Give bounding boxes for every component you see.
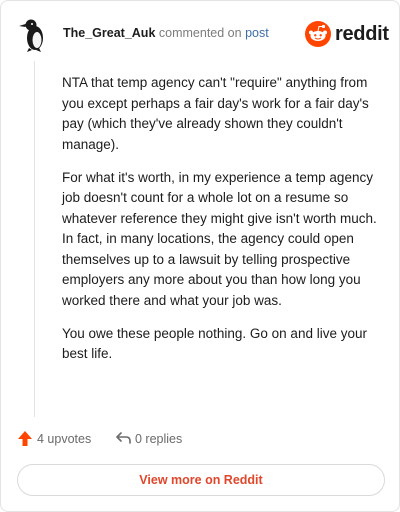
commented-on-label: commented on (158, 26, 242, 40)
comment-paragraph: NTA that temp agency can't "require" any… (62, 75, 369, 152)
thread-line (34, 61, 35, 417)
post-link[interactable]: post (245, 26, 269, 40)
comment-paragraph: You owe these people nothing. Go on and … (62, 325, 367, 362)
comment-paragraph: For what it's worth, in my experience a … (62, 169, 377, 308)
penguin-avatar-icon[interactable] (15, 15, 53, 53)
reddit-logo[interactable]: reddit (305, 21, 389, 47)
username-link[interactable]: The_Great_Auk (63, 26, 155, 40)
reddit-wordmark: reddit (335, 23, 389, 45)
upvote-arrow-icon (18, 431, 32, 446)
reddit-snoo-icon (305, 21, 331, 47)
view-more-on-reddit-button[interactable]: View more on Reddit (17, 464, 385, 496)
comment-header: The_Great_Auk commented on post reddit (15, 15, 389, 53)
reply-arrow-icon (116, 432, 131, 444)
upvote-count: 4 upvotes (37, 432, 92, 446)
comment-body: NTA that temp agency can't "require" any… (62, 73, 378, 377)
comment-meta: The_Great_Auk commented on post (63, 26, 269, 40)
reply-count: 0 replies (135, 432, 183, 446)
comment-card: The_Great_Auk commented on post reddit N… (0, 0, 400, 512)
